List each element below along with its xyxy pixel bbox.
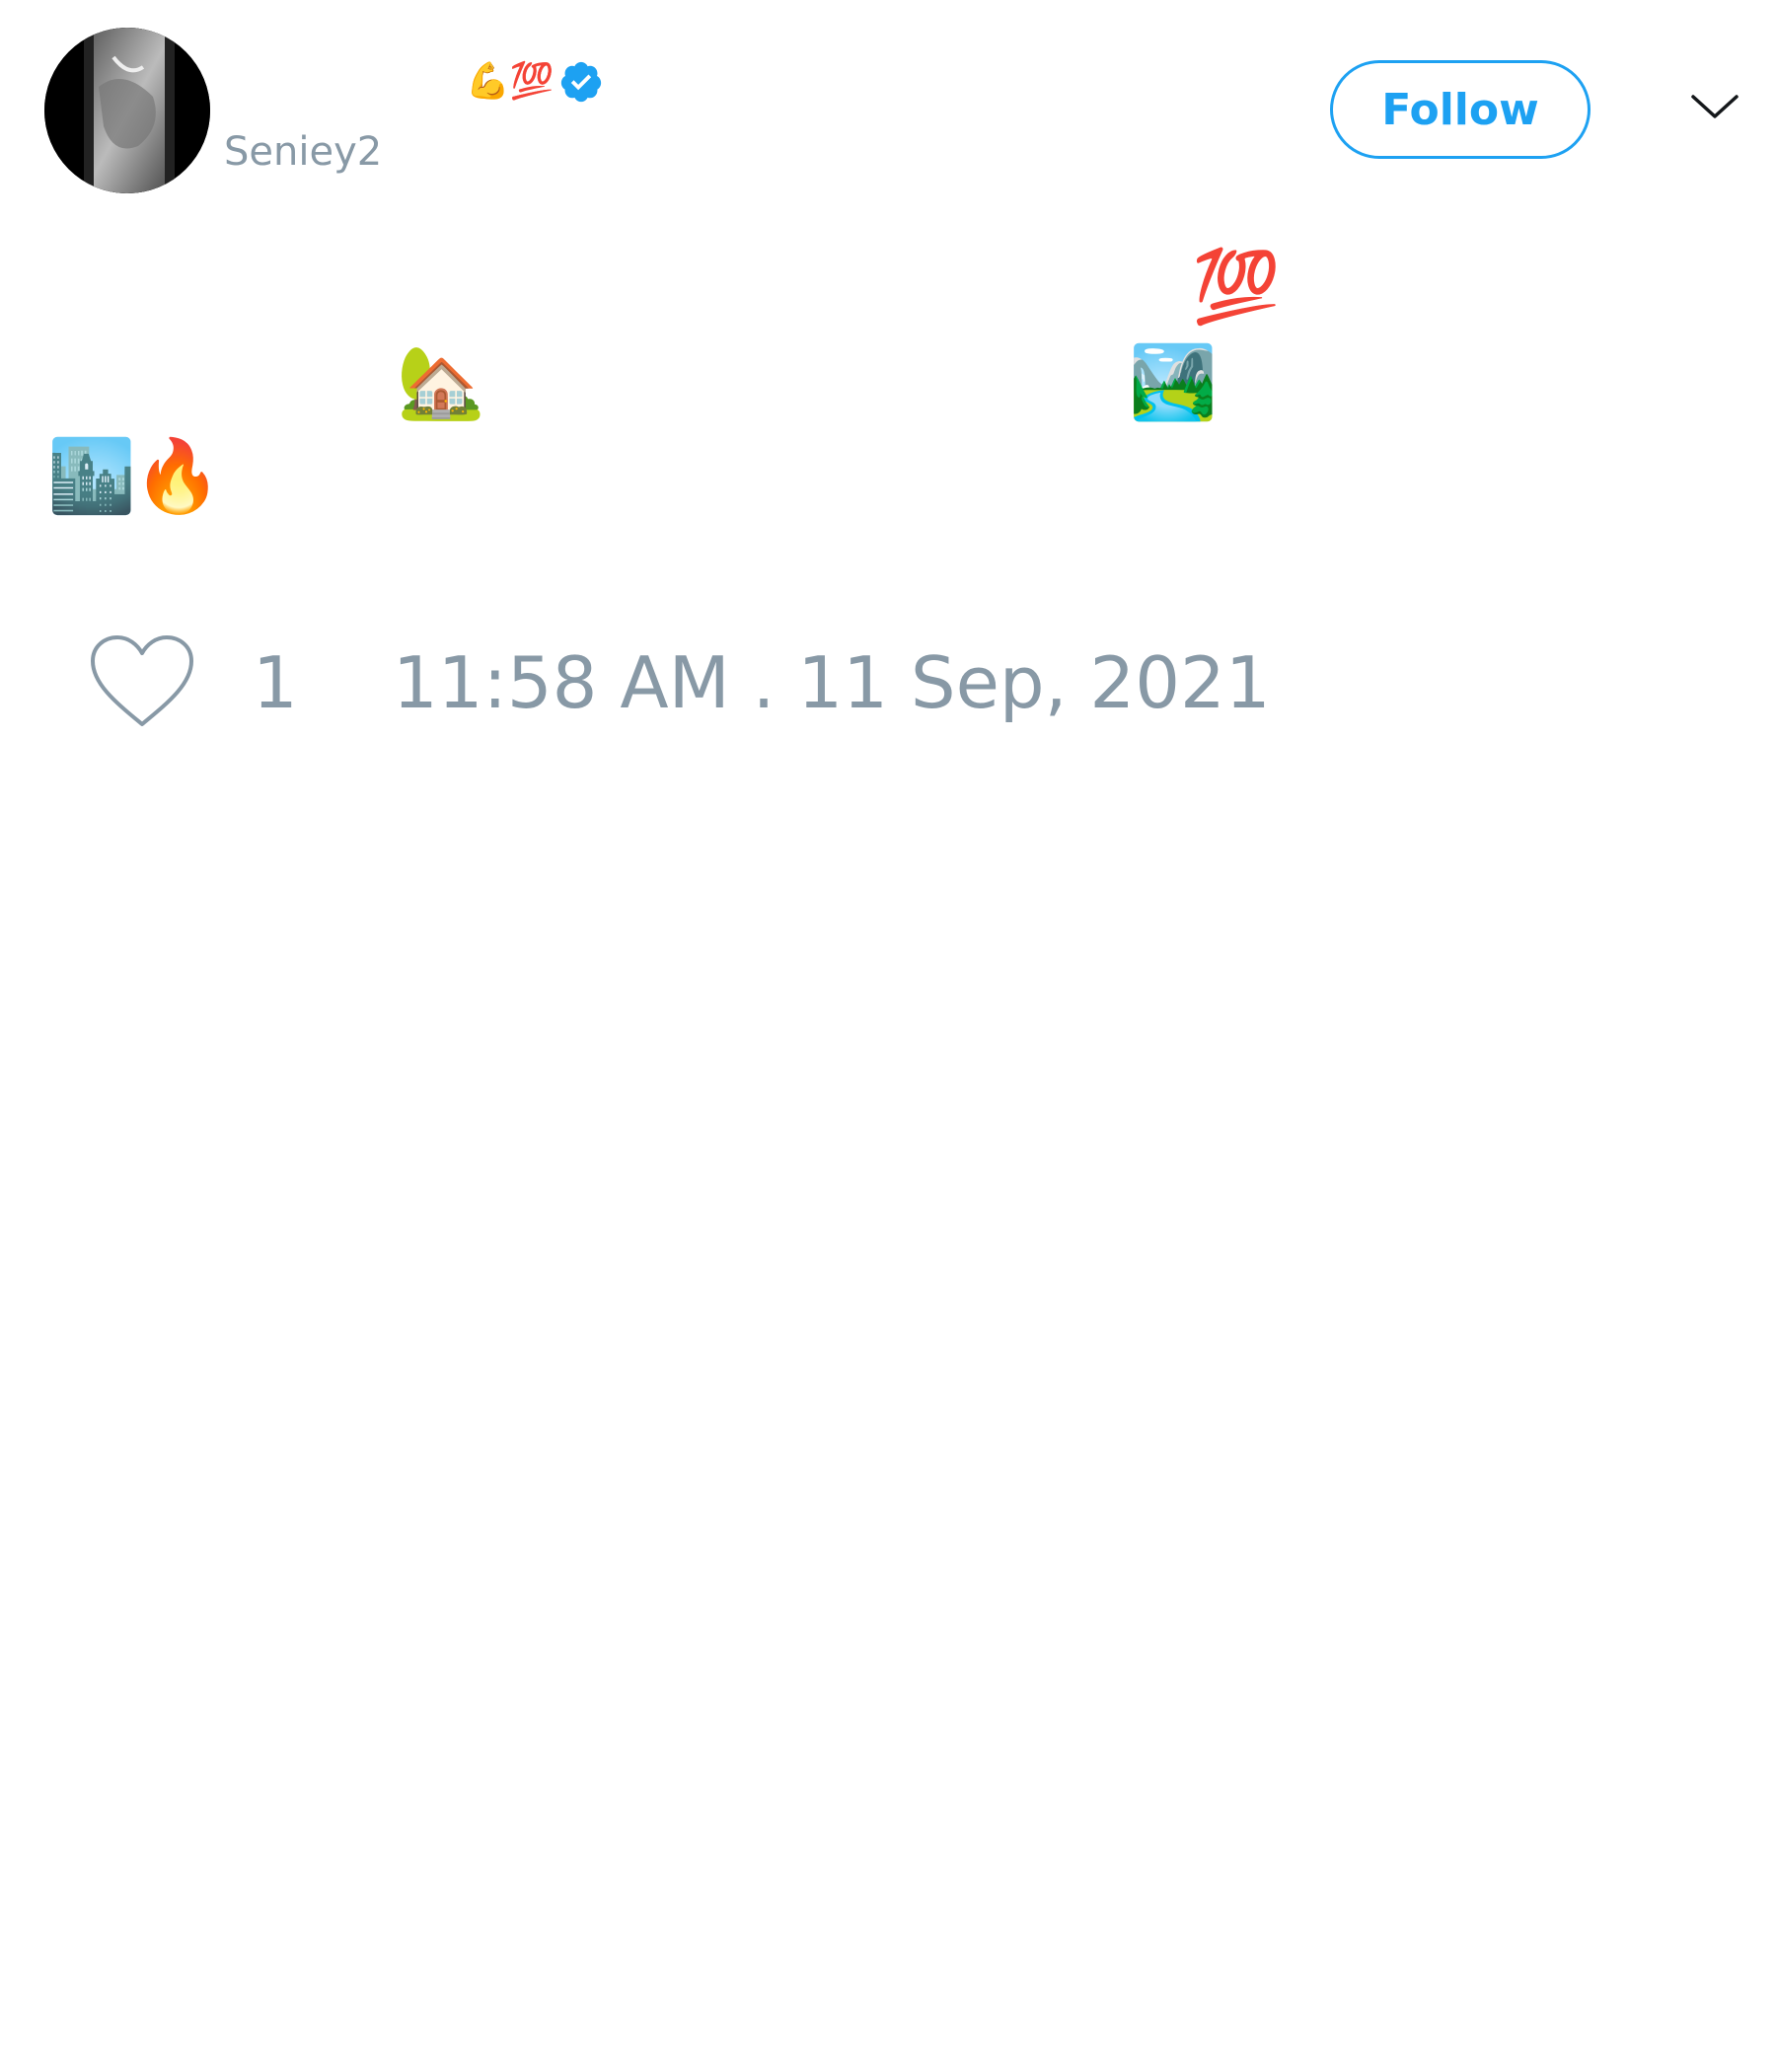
like-count: 1: [253, 641, 298, 724]
heart-icon[interactable]: [89, 633, 195, 730]
user-handle[interactable]: Seniey2: [224, 128, 382, 176]
fire-emoji: 🔥: [133, 434, 222, 517]
follow-button[interactable]: Follow: [1330, 60, 1591, 159]
tweet-card: 💪💯 Seniey2 Follow 💯 🏡 🏞️ 🏙️ 🔥 1 11:58 AM…: [0, 0, 1776, 2072]
verified-badge-icon: [560, 61, 601, 103]
house-emoji: 🏡: [397, 340, 485, 423]
avatar[interactable]: [44, 28, 210, 193]
tweet-timestamp[interactable]: 11:58 AM . 11 Sep, 2021: [393, 641, 1271, 724]
cityscape-emoji: 🏙️: [47, 434, 136, 517]
chevron-down-icon[interactable]: [1689, 91, 1740, 122]
avatar-image: [44, 28, 210, 193]
national-park-emoji: 🏞️: [1129, 340, 1218, 423]
hundred-emoji: 💯: [1192, 245, 1281, 328]
display-name[interactable]: 💪💯: [466, 57, 604, 107]
display-name-emojis: 💪💯: [466, 61, 555, 102]
